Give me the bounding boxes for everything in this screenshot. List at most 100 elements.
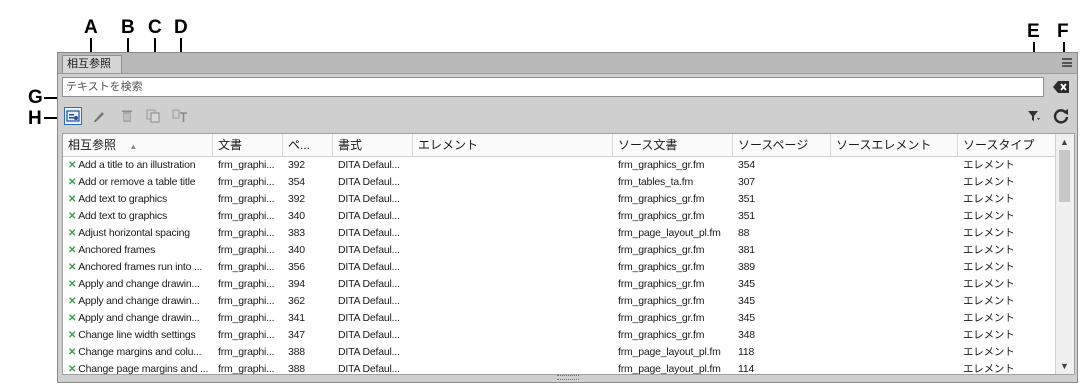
cell-document: frm_graphi... [218,329,275,341]
column-header-page[interactable]: ペ... [283,134,333,156]
column-header-source-document[interactable]: ソース文書 [613,134,733,156]
insert-text-button[interactable] [171,107,189,125]
crossref-text: Apply and change drawin... [78,312,200,324]
table-header: 相互参照 ▲ 文書 ペ... 書式 エレメント ソース文書 ソースページ ソース… [63,134,1056,157]
column-header-document[interactable]: 文書 [213,134,283,156]
column-header-format[interactable]: 書式 [333,134,413,156]
crossref-text: Apply and change drawin... [78,278,200,290]
cell-source-type: エレメント [963,278,1015,290]
cell-format: DITA Defaul... [338,312,400,324]
callout-g: G [28,87,43,108]
refresh-button[interactable] [1052,107,1070,125]
table-row[interactable]: ✕ Anchored frames run into ... frm_graphi.… [63,259,1056,276]
cell-source-type: エレメント [963,329,1015,341]
search-input[interactable]: テキストを検索 [62,77,1044,97]
crossref-text: Apply and change drawin... [78,295,200,307]
cell-source-page: 345 [738,278,755,290]
cell-format: DITA Defaul... [338,227,400,239]
column-header-crossref[interactable]: 相互参照 ▲ [63,134,213,156]
table-row[interactable]: ✕ Anchored frames frm_graphi... 340 DITA Def… [63,242,1056,259]
cell-page: 392 [288,193,305,205]
tab-cross-references[interactable]: 相互参照 [62,55,122,73]
cell-element [413,208,613,225]
column-header-label: 相互参照 [68,138,117,152]
cell-format: DITA Defaul... [338,193,400,205]
table-row[interactable]: ✕ Add or remove a table title frm_graphi..… [63,174,1056,191]
column-header-source-element[interactable]: ソースエレメント [831,134,958,156]
unresolved-xref-icon: ✕ [68,262,77,273]
vertical-scrollbar[interactable]: ▲ ▼ [1055,134,1074,374]
edit-button[interactable] [90,107,108,125]
crossref-text: Add a title to an illustration [78,159,196,171]
table-row[interactable]: ✕ Add text to graphics frm_graphi... 340 DIT… [63,208,1056,225]
cell-source-document: frm_page_layout_pl.fm [618,363,721,374]
unresolved-xref-icon: ✕ [68,160,77,171]
cell-source-element [831,344,958,361]
column-header-source-type[interactable]: ソースタイプ [958,134,1058,156]
cell-crossref: ✕ Adjust horizontal spacing [63,225,213,242]
cell-source-type: エレメント [963,193,1015,205]
table-row[interactable]: ✕ Add text to graphics frm_graphi... 392 DIT… [63,191,1056,208]
cell-source-element [831,259,958,276]
cell-crossref: ✕ Apply and change drawin... [63,293,213,310]
scroll-down-icon[interactable]: ▼ [1056,358,1073,374]
cell-format: DITA Defaul... [338,244,400,256]
cell-source-document: frm_tables_ta.fm [618,176,693,188]
copy-button[interactable] [144,107,162,125]
resize-grip-icon[interactable] [556,375,579,380]
crossref-text: Add text to graphics [78,210,167,222]
add-cross-reference-button[interactable] [64,107,82,125]
table-row[interactable]: ✕ Apply and change drawin... frm_graphi...… [63,276,1056,293]
unresolved-xref-icon: ✕ [68,228,77,239]
cell-crossref: ✕ Apply and change drawin... [63,276,213,293]
column-header-source-page[interactable]: ソースページ [733,134,831,156]
cell-element [413,242,613,259]
table-row[interactable]: ✕ Apply and change drawin... frm_graphi...… [63,310,1056,327]
table-row[interactable]: ✕ Adjust horizontal spacing frm_graphi... 3… [63,225,1056,242]
cell-source-page: 389 [738,261,755,273]
unresolved-xref-icon: ✕ [68,330,77,341]
cell-format: DITA Defaul... [338,261,400,273]
clear-search-button[interactable] [1051,78,1073,96]
cell-page: 340 [288,210,305,222]
table-row[interactable]: ✕ Add a title to an illustration frm_graph… [63,157,1056,174]
unresolved-xref-icon: ✕ [68,279,77,290]
unresolved-xref-icon: ✕ [68,177,77,188]
scroll-thumb[interactable] [1059,150,1070,202]
column-header-element[interactable]: エレメント [413,134,613,156]
cell-crossref: ✕ Anchored frames run into ... [63,259,213,276]
cell-format: DITA Defaul... [338,278,400,290]
cell-element [413,327,613,344]
cell-source-type: エレメント [963,244,1015,256]
cell-source-page: 307 [738,176,755,188]
cell-source-document: frm_graphics_gr.fm [618,312,705,324]
add-crossref-icon [66,110,80,122]
cell-source-document: frm_graphics_gr.fm [618,295,705,307]
cell-format: DITA Defaul... [338,159,400,171]
unresolved-xref-icon: ✕ [68,194,77,205]
cell-page: 340 [288,244,305,256]
table-row[interactable]: ✕ Apply and change drawin... frm_graphi...… [63,293,1056,310]
cell-source-element [831,293,958,310]
callout-d: D [174,17,188,38]
table-row[interactable]: ✕ Change margins and colu... frm_graphi...… [63,344,1056,361]
cell-source-element [831,157,958,174]
delete-button[interactable] [118,107,136,125]
cell-crossref: ✕ Add a title to an illustration [63,157,213,174]
callout-e: E [1027,21,1040,42]
table-row[interactable]: ✕ Change line width settings frm_graphi...… [63,327,1056,344]
filter-button[interactable] [1025,107,1043,125]
cell-source-page: 114 [738,363,755,374]
cell-document: frm_graphi... [218,159,275,171]
cell-page: 383 [288,227,305,239]
sort-ascending-icon: ▲ [129,142,138,151]
cell-document: frm_graphi... [218,312,275,324]
cell-source-element [831,242,958,259]
table-row[interactable]: ✕ Change page margins and ... frm_graphi..… [63,361,1056,374]
cell-document: frm_graphi... [218,261,275,273]
unresolved-xref-icon: ✕ [68,211,77,222]
scroll-up-icon[interactable]: ▲ [1056,134,1073,150]
panel-menu-icon[interactable] [1062,58,1072,67]
cell-format: DITA Defaul... [338,363,400,374]
cell-format: DITA Defaul... [338,210,400,222]
